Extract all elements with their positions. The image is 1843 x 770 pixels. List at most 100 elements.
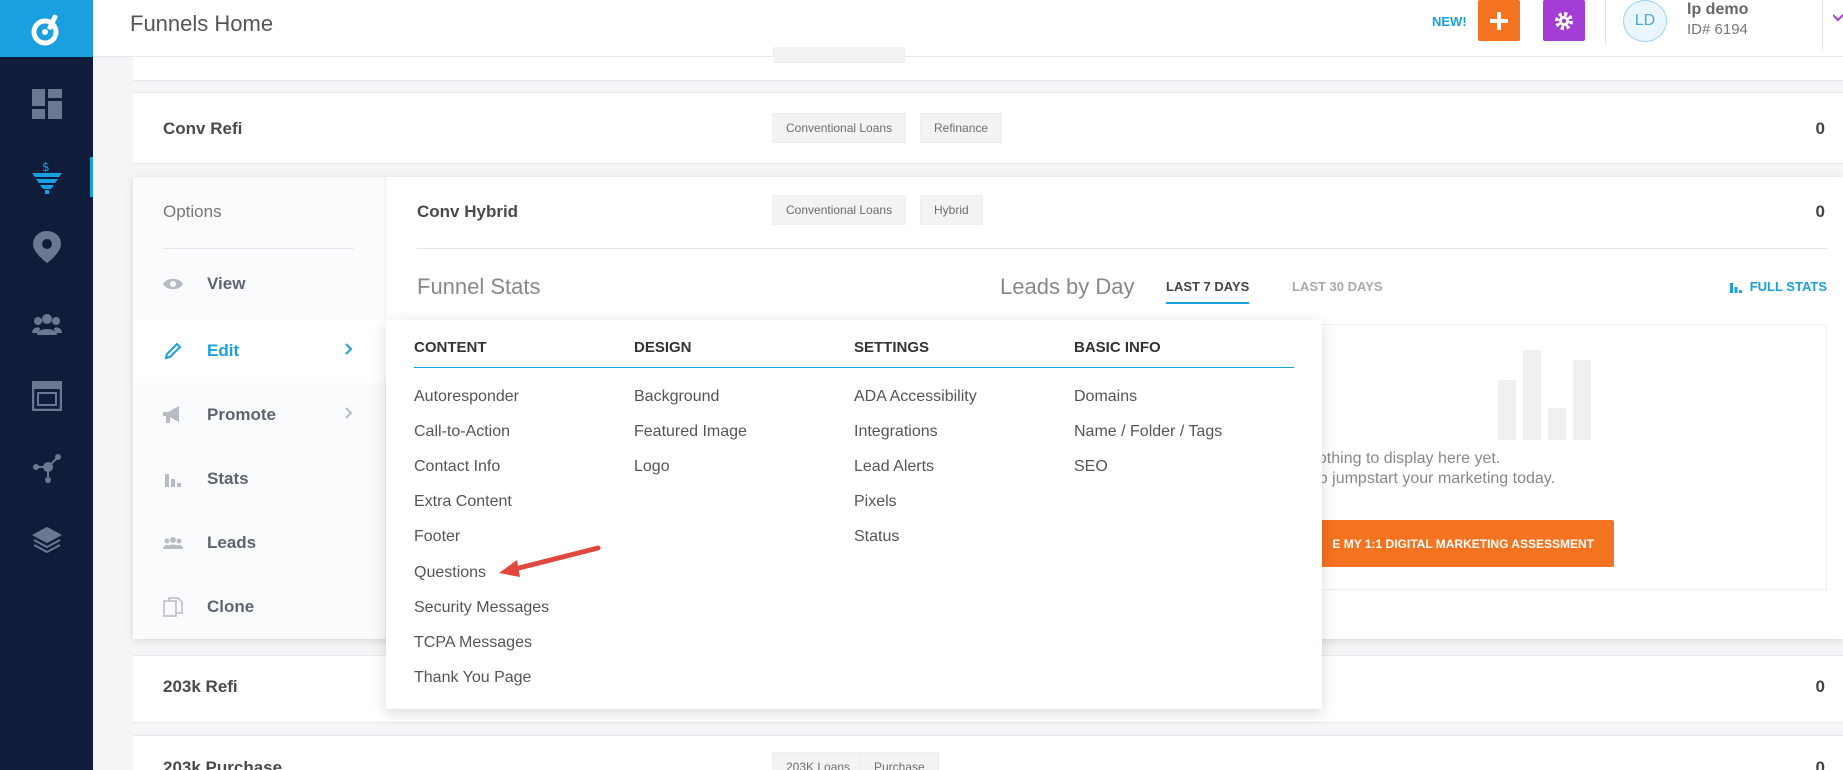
menu-item-background[interactable]: Background xyxy=(634,388,719,406)
funnels-icon: $ xyxy=(31,160,62,194)
tag xyxy=(773,47,905,63)
menu-item-logo[interactable]: Logo xyxy=(634,458,670,476)
funnel-row[interactable]: Conv Refi Conventional Loans Refinance 0 xyxy=(133,92,1843,164)
option-promote[interactable]: Promote xyxy=(133,383,386,447)
funnel-name[interactable]: Conv Refi xyxy=(163,119,242,139)
top-header: Funnels Home NEW! LD lp demo ID# 6194 xyxy=(93,0,1843,57)
dashboard-icon xyxy=(31,89,62,119)
megaphone-icon xyxy=(163,405,183,425)
funnel-count: 0 xyxy=(1815,677,1825,696)
menu-item-domains[interactable]: Domains xyxy=(1074,388,1137,406)
users-icon xyxy=(31,314,62,335)
option-edit[interactable]: Edit xyxy=(133,319,388,383)
menu-heading-design: DESIGN xyxy=(634,339,692,356)
page-title: Funnels Home xyxy=(130,11,274,36)
menu-heading-content: CONTENT xyxy=(414,339,487,356)
divider xyxy=(417,248,1827,249)
menu-item-integrations[interactable]: Integrations xyxy=(854,423,938,441)
empty-chart-icon xyxy=(1498,350,1591,440)
annotation-arrow-icon xyxy=(499,545,601,577)
option-label: Edit xyxy=(207,341,240,360)
new-badge: NEW! xyxy=(1432,14,1467,29)
side-nav: $ xyxy=(0,0,93,770)
menu-item-footer[interactable]: Footer xyxy=(414,528,460,546)
nav-layers[interactable] xyxy=(0,513,93,569)
nav-browser[interactable] xyxy=(0,368,93,424)
menu-item-security-messages[interactable]: Security Messages xyxy=(414,599,549,617)
edit-mega-menu: CONTENT Autoresponder Call-to-Action Con… xyxy=(386,320,1322,709)
option-stats[interactable]: Stats xyxy=(133,447,386,511)
tag: Refinance xyxy=(920,113,1003,143)
menu-item-status[interactable]: Status xyxy=(854,528,899,546)
full-stats-label: FULL STATS xyxy=(1749,279,1827,294)
menu-item-ada-accessibility[interactable]: ADA Accessibility xyxy=(854,388,977,406)
tag: Hybrid xyxy=(920,195,983,225)
funnel-row[interactable]: 203k Purchase 203K Loans Purchase 0 xyxy=(133,735,1843,770)
funnel-count: 0 xyxy=(1815,202,1825,221)
pencil-icon xyxy=(163,341,183,361)
plus-icon xyxy=(1490,11,1508,30)
option-label: View xyxy=(207,274,246,293)
svg-text:$: $ xyxy=(42,160,50,174)
empty-message-secondary: ps to jumpstart your marketing today. xyxy=(1293,470,1556,487)
nav-integrations[interactable] xyxy=(0,440,93,496)
assessment-cta-button[interactable]: E MY 1:1 DIGITAL MARKETING ASSESSMENT xyxy=(1299,520,1614,567)
menu-item-lead-alerts[interactable]: Lead Alerts xyxy=(854,458,934,476)
integrations-icon xyxy=(32,454,61,483)
funnel-name[interactable]: 203k Refi xyxy=(163,677,238,697)
header-divider xyxy=(1822,0,1823,50)
tag: Conventional Loans xyxy=(772,113,907,143)
option-label: Stats xyxy=(207,469,249,488)
menu-item-contact-info[interactable]: Contact Info xyxy=(414,458,500,476)
nav-dashboard[interactable] xyxy=(0,76,93,132)
header-divider xyxy=(1605,0,1606,45)
funnel-name[interactable]: 203k Purchase xyxy=(163,758,282,770)
tag: Conventional Loans xyxy=(772,195,907,225)
logo-icon xyxy=(31,14,58,45)
nav-users[interactable] xyxy=(0,296,93,352)
chevron-right-icon xyxy=(345,342,353,360)
nav-funnels[interactable]: $ xyxy=(0,149,93,205)
user-id: ID# 6194 xyxy=(1687,21,1748,38)
option-leads[interactable]: Leads xyxy=(133,511,386,575)
chevron-down-icon[interactable] xyxy=(1833,14,1843,22)
gear-icon xyxy=(1555,11,1573,30)
layers-icon xyxy=(31,526,62,554)
settings-button[interactable] xyxy=(1543,0,1585,41)
empty-message: is nothing to display here yet. xyxy=(1293,450,1501,467)
menu-item-extra-content[interactable]: Extra Content xyxy=(414,493,512,511)
tab-last-30-days[interactable]: LAST 30 DAYS xyxy=(1292,279,1383,294)
location-icon xyxy=(32,231,61,263)
options-panel: Options View Edit Promote Stats Leads Cl… xyxy=(133,177,388,639)
menu-item-questions[interactable]: Questions xyxy=(414,564,486,582)
menu-item-featured-image[interactable]: Featured Image xyxy=(634,423,747,441)
option-clone[interactable]: Clone xyxy=(133,575,386,639)
leads-by-day-label: Leads by Day xyxy=(1000,274,1135,299)
menu-item-pixels[interactable]: Pixels xyxy=(854,493,897,511)
option-label: Leads xyxy=(207,533,257,552)
menu-item-name-folder-tags[interactable]: Name / Folder / Tags xyxy=(1074,423,1222,441)
menu-item-thank-you-page[interactable]: Thank You Page xyxy=(414,669,531,687)
menu-item-autoresponder[interactable]: Autoresponder xyxy=(414,388,519,406)
browser-icon xyxy=(31,381,62,411)
copy-icon xyxy=(163,597,183,617)
menu-item-tcpa-messages[interactable]: TCPA Messages xyxy=(414,634,532,652)
menu-item-call-to-action[interactable]: Call-to-Action xyxy=(414,423,510,441)
user-name[interactable]: lp demo xyxy=(1687,1,1748,19)
funnel-name[interactable]: Conv Hybrid xyxy=(417,202,518,222)
menu-heading-basic-info: BASIC INFO xyxy=(1074,339,1161,356)
nav-location[interactable] xyxy=(0,219,93,275)
divider xyxy=(163,248,354,249)
eye-icon xyxy=(163,274,183,294)
menu-heading-settings: SETTINGS xyxy=(854,339,930,356)
tab-last-7-days[interactable]: LAST 7 DAYS xyxy=(1166,279,1250,304)
menu-item-seo[interactable]: SEO xyxy=(1074,458,1108,476)
add-button[interactable] xyxy=(1478,0,1520,41)
full-stats-link[interactable]: FULL STATS xyxy=(1729,279,1827,294)
app-logo[interactable] xyxy=(0,0,93,57)
tag: 203K Loans xyxy=(772,752,865,770)
avatar[interactable]: LD xyxy=(1623,0,1667,42)
funnel-row xyxy=(133,47,1843,81)
option-view[interactable]: View xyxy=(133,252,386,316)
option-label: Promote xyxy=(207,405,276,424)
